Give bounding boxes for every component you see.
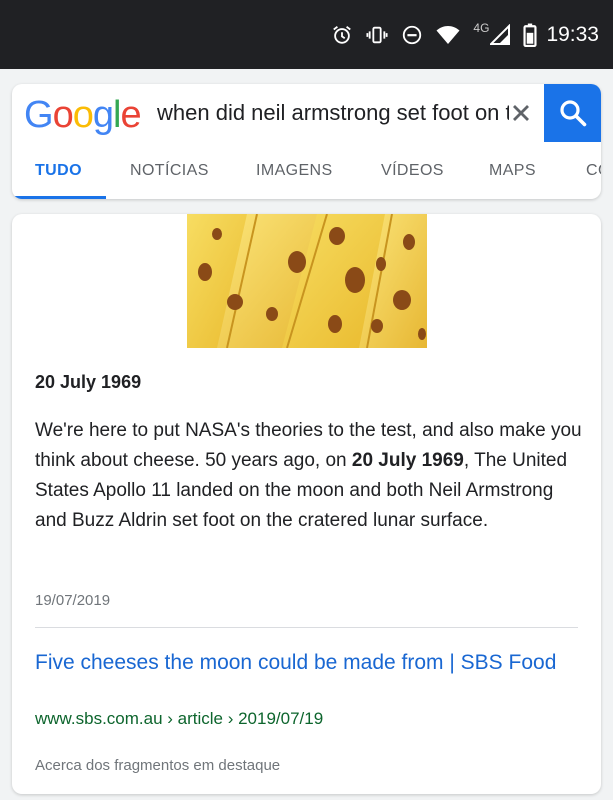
cheese-image[interactable] bbox=[187, 214, 427, 348]
result-url[interactable]: www.sbs.com.au › article › 2019/07/19 bbox=[35, 709, 323, 729]
result-title-link[interactable]: Five cheeses the moon could be made from… bbox=[35, 648, 575, 677]
alarm-icon bbox=[331, 24, 353, 46]
google-logo[interactable]: Google bbox=[24, 92, 142, 138]
clock-time: 19:33 bbox=[546, 23, 599, 46]
about-featured-snippets-link[interactable]: Acerca dos fragmentos em destaque bbox=[35, 757, 280, 774]
do-not-disturb-icon bbox=[401, 24, 423, 46]
snippet-highlight: 20 July 1969 bbox=[351, 450, 464, 471]
tab-tudo[interactable]: TUDO bbox=[35, 162, 82, 180]
featured-answer: 20 July 1969 bbox=[35, 372, 142, 392]
signal-icon bbox=[490, 24, 511, 46]
snippet-date: 19/07/2019 bbox=[35, 592, 111, 609]
search-header: Google when did neil armstrong set foot … bbox=[12, 84, 601, 199]
tab-maps[interactable]: MAPS bbox=[489, 162, 536, 180]
vibrate-icon bbox=[366, 24, 388, 46]
network-type-label: 4G bbox=[473, 21, 490, 35]
wifi-icon bbox=[436, 24, 460, 46]
divider bbox=[35, 627, 578, 628]
tab-noticias[interactable]: NOTÍCIAS bbox=[130, 162, 209, 180]
status-bar: 4G 19:33 bbox=[0, 0, 613, 69]
search-input[interactable]: when did neil armstrong set foot on the … bbox=[157, 98, 509, 128]
active-tab-indicator bbox=[12, 196, 106, 199]
clear-search-button[interactable] bbox=[506, 98, 536, 128]
tab-imagens[interactable]: IMAGENS bbox=[256, 162, 333, 180]
tab-videos[interactable]: VÍDEOS bbox=[381, 162, 444, 180]
search-icon bbox=[559, 100, 586, 127]
featured-snippet-card: 20 July 1969 We're here to put NASA's th… bbox=[12, 214, 601, 794]
snippet-text: We're here to put NASA's theories to the… bbox=[35, 420, 582, 531]
search-tabs: TUDO NOTÍCIAS IMAGENS VÍDEOS MAPS COMPRA… bbox=[12, 146, 601, 199]
close-icon bbox=[513, 105, 529, 121]
battery-icon bbox=[523, 23, 537, 47]
tab-compras[interactable]: COMPRAS bbox=[586, 162, 601, 180]
search-button[interactable] bbox=[544, 84, 601, 142]
